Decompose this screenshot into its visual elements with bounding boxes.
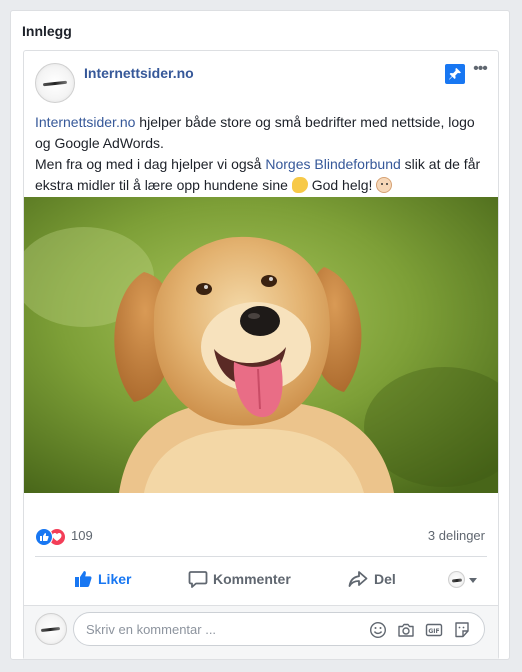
comment-input-box[interactable]: GIF xyxy=(73,612,485,646)
page-mention-link[interactable]: Internettsider.no xyxy=(35,114,135,130)
pin-icon[interactable] xyxy=(445,64,465,84)
gif-icon[interactable]: GIF xyxy=(425,621,443,639)
post-text-line2-tail: God helg! xyxy=(307,177,377,193)
organization-mention-link[interactable]: Norges Blindeforbund xyxy=(265,156,400,172)
like-button-label: Liker xyxy=(98,571,132,587)
comment-input[interactable] xyxy=(86,619,356,639)
page-avatar[interactable] xyxy=(35,63,75,103)
post-photo[interactable] xyxy=(24,197,498,493)
like-reaction-icon xyxy=(35,528,53,546)
share-count-link[interactable]: 3 delinger xyxy=(428,528,485,543)
post-text: Internettsider.no hjelper både store og … xyxy=(35,112,485,196)
post-card: Internettsider.no ••• Internettsider.no … xyxy=(23,50,499,660)
sticker-icon[interactable] xyxy=(453,621,471,639)
comment-as-selector[interactable] xyxy=(448,571,478,589)
share-button-label: Del xyxy=(374,571,396,587)
more-options-icon[interactable]: ••• xyxy=(470,61,490,81)
comment-composer: GIF xyxy=(24,605,498,659)
camera-icon[interactable] xyxy=(397,621,415,639)
svg-text:GIF: GIF xyxy=(428,628,439,635)
comment-as-avatar xyxy=(448,571,465,588)
posts-panel: Innlegg Internettsider.no ••• Internetts… xyxy=(10,10,510,660)
caret-down-icon xyxy=(469,578,477,583)
composer-avatar xyxy=(35,613,67,645)
reaction-count[interactable]: 109 xyxy=(71,528,93,543)
thumbs-up-icon xyxy=(75,571,92,587)
panel-title: Innlegg xyxy=(22,23,72,39)
clapping-hands-emoji-icon xyxy=(291,177,308,193)
smiley-icon[interactable] xyxy=(369,621,387,639)
page-name-link[interactable]: Internettsider.no xyxy=(84,65,194,81)
share-arrow-icon xyxy=(348,571,368,587)
dog-face-emoji-icon xyxy=(376,177,393,193)
post-text-line2-start: Men fra og med i dag hjelper vi også xyxy=(35,156,266,172)
speech-bubble-icon xyxy=(188,571,208,588)
divider xyxy=(35,556,487,557)
comment-button-label: Kommenter xyxy=(213,571,291,587)
